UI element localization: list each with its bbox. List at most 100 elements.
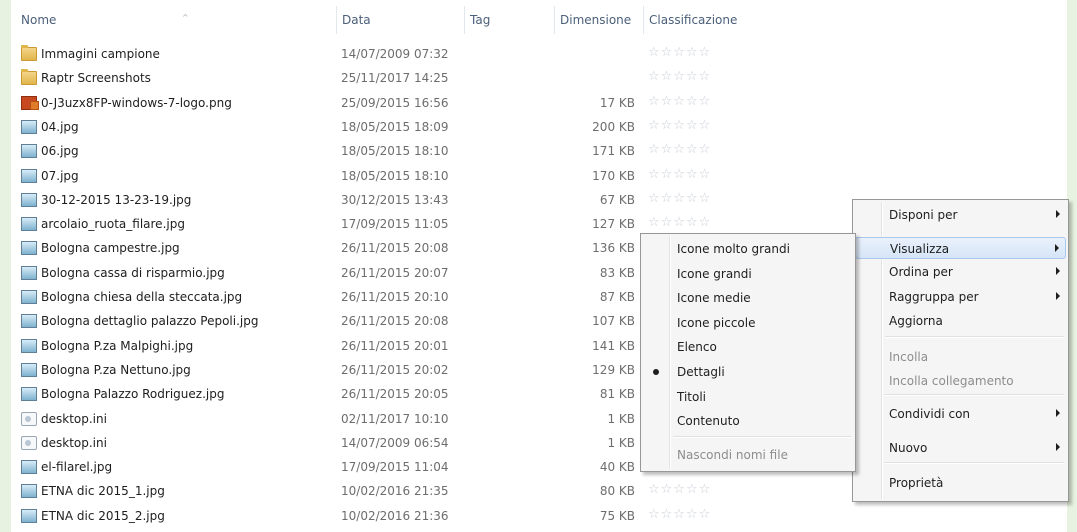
view-option-icone-grandi[interactable]: Icone grandi xyxy=(643,263,853,285)
column-date[interactable]: Data xyxy=(342,13,371,27)
rating-stars[interactable]: ☆☆☆☆☆ xyxy=(648,167,711,182)
file-row[interactable]: ETNA dic 2015_2.jpg 10/02/2016 21:36 75 KB… xyxy=(11,505,1067,529)
file-date: 14/07/2009 06:54 xyxy=(341,435,449,450)
file-size: 75 KB xyxy=(599,508,635,523)
file-size: 87 KB xyxy=(599,290,635,304)
file-name: arcolaio_ruota_filare.jpg xyxy=(41,217,185,232)
column-divider[interactable] xyxy=(554,6,555,34)
file-name: Bologna Palazzo Rodriguez.jpg xyxy=(41,387,225,402)
menu-item-disponi-per[interactable]: Disponi per xyxy=(855,204,1066,226)
file-name: Raptr Screenshots xyxy=(41,71,151,86)
submenu-arrow-icon xyxy=(1056,267,1060,275)
file-name: 04.jpg xyxy=(41,119,79,134)
file-name: ETNA dic 2015_1.jpg xyxy=(41,484,165,499)
image-file-icon xyxy=(21,484,37,499)
view-option-elenco[interactable]: Elenco xyxy=(643,336,853,358)
menu-item-propriet[interactable]: Proprietà xyxy=(855,472,1066,494)
image-file-icon xyxy=(21,192,37,207)
image-file-icon xyxy=(21,119,37,134)
view-option-icone-molto-grandi[interactable]: Icone molto grandi xyxy=(643,238,853,260)
file-row[interactable]: 06.jpg 18/05/2015 18:10 171 KB ☆☆☆☆☆ xyxy=(11,140,1067,164)
file-name: el-filarel.jpg xyxy=(41,460,113,475)
folder-icon xyxy=(21,69,37,86)
view-option-dettagli[interactable]: Dettagli xyxy=(643,361,853,383)
column-tag[interactable]: Tag xyxy=(470,13,490,27)
rating-stars[interactable]: ☆☆☆☆☆ xyxy=(648,482,711,497)
menu-item-condividi-con[interactable]: Condividi con xyxy=(855,403,1066,425)
submenu-arrow-icon xyxy=(1056,409,1060,417)
column-divider[interactable] xyxy=(336,6,337,34)
submenu-arrow-icon xyxy=(1056,443,1060,451)
file-name: Bologna chiesa della steccata.jpg xyxy=(41,290,243,304)
view-option-icone-medie[interactable]: Icone medie xyxy=(643,287,853,309)
image-file-icon xyxy=(21,314,37,329)
column-rating[interactable]: Classificazione xyxy=(649,13,737,27)
file-date: 17/09/2015 11:05 xyxy=(341,217,449,232)
menu-item-label: Icone molto grandi xyxy=(677,242,790,256)
menu-separator xyxy=(885,336,1064,338)
image-file-icon xyxy=(21,362,37,377)
file-name: desktop.ini xyxy=(41,435,107,450)
file-size: 80 KB xyxy=(599,484,635,499)
column-divider[interactable] xyxy=(643,6,644,34)
file-name: Bologna dettaglio palazzo Pepoli.jpg xyxy=(41,314,259,329)
rating-stars[interactable]: ☆☆☆☆☆ xyxy=(648,142,711,157)
column-divider[interactable] xyxy=(464,6,465,34)
file-size: 136 KB xyxy=(592,241,635,256)
file-name: Bologna cassa di risparmio.jpg xyxy=(41,265,225,280)
rating-stars[interactable]: ☆☆☆☆☆ xyxy=(648,215,711,230)
file-row[interactable]: Raptr Screenshots 25/11/2017 14:25 ☆☆☆☆☆ xyxy=(11,67,1067,91)
file-row[interactable]: 04.jpg 18/05/2015 18:09 200 KB ☆☆☆☆☆ xyxy=(11,116,1067,140)
file-date: 26/11/2015 20:02 xyxy=(341,362,449,377)
file-row[interactable]: 07.jpg 18/05/2015 18:10 170 KB ☆☆☆☆☆ xyxy=(11,165,1067,189)
menu-item-label: Elenco xyxy=(677,340,717,355)
menu-item-visualizza[interactable]: Visualizza xyxy=(855,237,1066,259)
image-file-icon xyxy=(21,460,37,475)
file-size: 127 KB xyxy=(592,217,635,232)
menu-item-label: Visualizza xyxy=(890,242,950,256)
file-row[interactable]: Immagini campione 14/07/2009 07:32 ☆☆☆☆☆ xyxy=(11,43,1067,67)
selected-bullet-icon xyxy=(653,369,659,375)
column-name[interactable]: Nome xyxy=(21,13,56,27)
view-option-contenuto[interactable]: Contenuto xyxy=(643,410,853,432)
menu-item-label: Disponi per xyxy=(889,208,958,222)
rating-stars[interactable]: ☆☆☆☆☆ xyxy=(648,69,711,84)
menu-item-label: Proprietà xyxy=(889,476,944,490)
file-date: 26/11/2015 20:10 xyxy=(341,290,449,304)
menu-item-aggiorna[interactable]: Aggiorna xyxy=(855,310,1066,332)
submenu-arrow-icon xyxy=(1056,210,1060,218)
file-date: 10/02/2016 21:35 xyxy=(341,484,449,499)
image-file-icon xyxy=(21,217,37,232)
menu-item-label: Nuovo xyxy=(889,441,928,455)
folder-icon xyxy=(21,45,37,61)
file-row[interactable]: 0-J3uzx8FP-windows-7-logo.png 25/09/2015 … xyxy=(11,92,1067,116)
file-name: desktop.ini xyxy=(41,411,107,426)
rating-stars[interactable]: ☆☆☆☆☆ xyxy=(648,94,711,109)
menu-item-label: Condividi con xyxy=(889,407,971,421)
rating-stars[interactable]: ☆☆☆☆☆ xyxy=(648,45,711,60)
menu-item-label: Raggruppa per xyxy=(889,290,979,304)
menu-item-label: Icone medie xyxy=(677,291,751,306)
file-date: 25/11/2017 14:25 xyxy=(341,71,449,86)
file-date: 18/05/2015 18:10 xyxy=(341,144,449,159)
file-date: 10/02/2016 21:36 xyxy=(341,508,449,523)
submenu-arrow-icon xyxy=(1055,244,1059,252)
menu-item-raggruppa-per[interactable]: Raggruppa per xyxy=(855,286,1066,308)
file-name: Bologna P.za Nettuno.jpg xyxy=(41,362,191,377)
file-date: 26/11/2015 20:08 xyxy=(341,314,449,329)
column-size[interactable]: Dimensione xyxy=(560,13,631,27)
file-size: 129 KB xyxy=(592,362,635,377)
view-option-icone-piccole[interactable]: Icone piccole xyxy=(643,312,853,334)
menu-item-nuovo[interactable]: Nuovo xyxy=(855,437,1066,459)
menu-item-label: Ordina per xyxy=(889,265,953,279)
rating-stars[interactable]: ☆☆☆☆☆ xyxy=(648,191,711,206)
rating-stars[interactable]: ☆☆☆☆☆ xyxy=(648,118,711,133)
file-date: 17/09/2015 11:04 xyxy=(341,460,449,475)
menu-item-ordina-per[interactable]: Ordina per xyxy=(855,261,1066,283)
submenu-arrow-icon xyxy=(1056,292,1060,300)
menu-item-label: Titoli xyxy=(677,389,707,404)
settings-file-icon xyxy=(21,435,37,450)
rating-stars[interactable]: ☆☆☆☆☆ xyxy=(648,507,711,522)
image-file-icon xyxy=(21,508,37,523)
view-option-titoli[interactable]: Titoli xyxy=(643,386,853,408)
